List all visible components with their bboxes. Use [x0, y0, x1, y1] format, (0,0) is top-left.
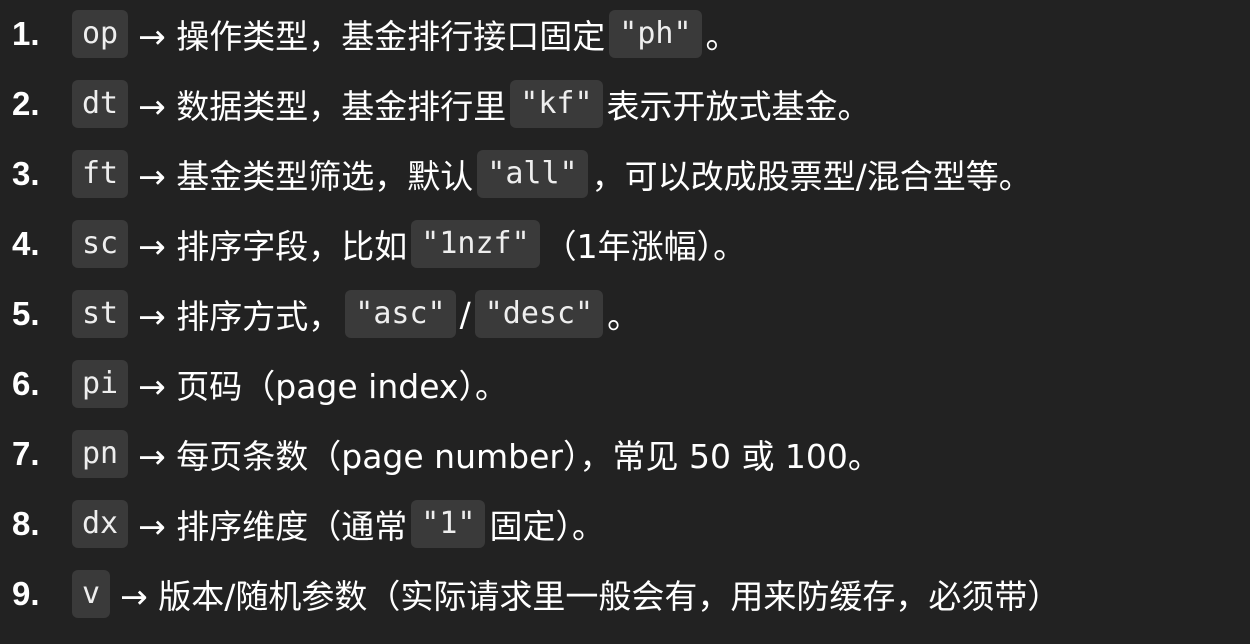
param-key: pn [72, 430, 129, 478]
item-text: → 版本/随机参数（实际请求里一般会有，用来防缓存，必须带） [120, 577, 1061, 616]
item-number: 1. [12, 15, 40, 52]
list-item-op: 1. op → 操作类型，基金排行接口固定 "ph" 。 [12, 8, 739, 60]
item-text: → 排序字段，比如 [138, 227, 408, 266]
item-text: 表示开放式基金。 [606, 87, 871, 126]
param-key: sc [72, 220, 129, 268]
item-text: 。 [607, 297, 641, 336]
item-number: 8. [12, 505, 40, 542]
param-key: dt [72, 80, 129, 128]
item-text: → 操作类型，基金排行接口固定 [138, 17, 606, 56]
parameter-list: 1. op → 操作类型，基金排行接口固定 "ph" 。 2. dt → 数据类… [0, 0, 1250, 644]
list-item-dt: 2. dt → 数据类型，基金排行里 "kf" 表示开放式基金。 [12, 78, 871, 130]
item-number: 4. [12, 225, 40, 262]
item-number: 2. [12, 85, 40, 122]
item-number: 5. [12, 295, 40, 332]
inline-code: "1" [411, 500, 486, 548]
param-key: op [72, 10, 129, 58]
inline-code: "1nzf" [411, 220, 540, 268]
item-text: → 基金类型筛选，默认 [138, 157, 474, 196]
list-item-pn: 7. pn → 每页条数（page number），常见 50 或 100。 [12, 428, 881, 480]
param-key: dx [72, 500, 129, 548]
item-number: 9. [12, 575, 40, 612]
list-item-pi: 6. pi → 页码（page index）。 [12, 358, 508, 410]
item-text: → 数据类型，基金排行里 [138, 87, 507, 126]
param-key: pi [72, 360, 129, 408]
item-text: ，可以改成股票型/混合型等。 [591, 157, 1032, 196]
item-text: / [459, 294, 471, 334]
param-key: v [72, 570, 111, 618]
item-text: → 排序方式， [138, 297, 342, 336]
inline-code: "kf" [510, 80, 603, 128]
inline-code: "desc" [474, 290, 604, 338]
inline-code: "ph" [609, 10, 702, 58]
list-item-st: 5. st → 排序方式， "asc" / "desc" 。 [12, 288, 640, 340]
list-item-sc: 4. sc → 排序字段，比如 "1nzf" （1年涨幅）。 [12, 218, 746, 270]
inline-code: "all" [477, 150, 588, 198]
item-text: 。 [705, 17, 739, 56]
item-text: → 每页条数（page number），常见 50 或 100。 [138, 437, 881, 476]
list-item-ft: 3. ft → 基金类型筛选，默认 "all" ，可以改成股票型/混合型等。 [12, 148, 1032, 200]
item-text: → 排序维度（通常 [138, 507, 408, 546]
item-number: 3. [12, 155, 40, 192]
item-text: 固定）。 [489, 507, 605, 546]
list-item-v: 9. v → 版本/随机参数（实际请求里一般会有，用来防缓存，必须带） [12, 568, 1060, 620]
inline-code: "asc" [345, 290, 456, 338]
item-number: 6. [12, 365, 40, 402]
item-text: → 页码（page index）。 [138, 367, 508, 406]
param-key: ft [72, 150, 129, 198]
list-item-dx: 8. dx → 排序维度（通常 "1" 固定）。 [12, 498, 605, 550]
param-key: st [72, 290, 129, 338]
item-text: （1年涨幅）。 [543, 227, 747, 266]
item-number: 7. [12, 435, 40, 472]
